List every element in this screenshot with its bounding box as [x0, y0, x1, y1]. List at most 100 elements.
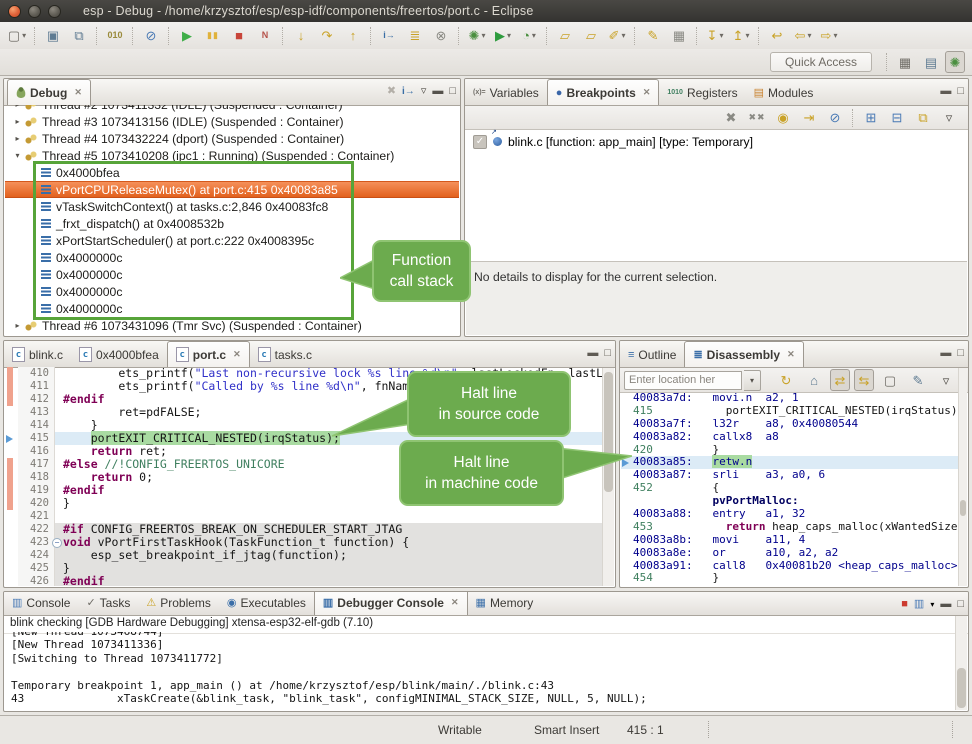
skip-all-breakpoints-button[interactable]: ⊘ — [139, 25, 163, 47]
new-disassembly-view-button[interactable]: ▢ — [878, 369, 902, 391]
dropdown-arrow-icon[interactable]: ▾ — [621, 31, 625, 40]
stack-frame-row[interactable]: vPortCPUReleaseMutex() at port.c:415 0x4… — [5, 181, 459, 198]
tab-port-c[interactable]: cport.c✕ — [167, 341, 250, 367]
external-tools-button[interactable]: ✐▾ — [605, 25, 629, 47]
stack-frame-row[interactable]: 0x4000bfea — [5, 164, 459, 181]
go-to-file-button[interactable]: ⇥ — [797, 107, 821, 129]
maximize-icon[interactable]: □ — [604, 348, 611, 359]
tab-blink-c[interactable]: cblink.c — [4, 342, 71, 367]
thread-row[interactable]: ▾Thread #5 1073410208 (ipc1 : Running) (… — [5, 147, 459, 164]
breakpoint-checkbox[interactable]: ✓ — [473, 135, 487, 149]
tab-tasks[interactable]: ✓Tasks — [78, 591, 138, 615]
new-wizard-button[interactable]: ▢▾ — [5, 25, 29, 47]
track-expression-button[interactable]: ⇆ — [854, 369, 874, 391]
terminate-button[interactable]: ■ — [227, 25, 251, 47]
thread-row[interactable]: ▸Thread #2 1073411332 (IDLE) (Suspended … — [5, 105, 459, 113]
dropdown-arrow-icon[interactable]: ▾ — [532, 31, 536, 40]
close-icon[interactable]: ✕ — [451, 597, 459, 608]
dropdown-arrow-icon[interactable]: ▾ — [507, 31, 511, 40]
thread-row[interactable]: ▸Thread #3 1073413156 (IDLE) (Suspended … — [5, 113, 459, 130]
dropdown-arrow-icon[interactable]: ▾ — [745, 31, 749, 40]
remove-all-breakpoints-button[interactable]: ✖✖ — [745, 107, 769, 129]
dropdown-arrow-icon[interactable]: ▾ — [719, 31, 723, 40]
save-button[interactable]: ▣ — [41, 25, 65, 47]
open-perspective-button[interactable]: ▦ — [893, 51, 917, 73]
minimize-icon[interactable]: ▬ — [940, 348, 951, 359]
next-annotation-button[interactable]: ↧▾ — [703, 25, 727, 47]
maximize-icon[interactable]: □ — [957, 599, 964, 610]
block-selection-button[interactable]: ▦ — [667, 25, 691, 47]
previous-annotation-button[interactable]: ↥▾ — [729, 25, 753, 47]
forward-button[interactable]: ⇨▾ — [817, 25, 841, 47]
back-button[interactable]: ⇦▾ — [791, 25, 815, 47]
window-maximize-button[interactable] — [48, 5, 61, 18]
minimize-icon[interactable]: ▬ — [587, 348, 598, 359]
tab-executables[interactable]: ◉Executables — [219, 591, 314, 615]
step-into-button[interactable]: ↓ — [289, 25, 313, 47]
dropdown-arrow-icon[interactable]: ▾ — [481, 31, 485, 40]
terminate-icon[interactable]: ■ — [901, 599, 908, 610]
window-minimize-button[interactable] — [28, 5, 41, 18]
last-edit-location-button[interactable]: ↩ — [765, 25, 789, 47]
instruction-stepping-mode-icon[interactable]: i→ — [402, 86, 415, 97]
tab-breakpoints[interactable]: ●Breakpoints✕ — [547, 79, 660, 105]
tab-tasks-c[interactable]: ctasks.c — [250, 342, 320, 367]
maximize-icon[interactable]: □ — [957, 86, 964, 97]
console-scrollbar[interactable] — [955, 616, 967, 710]
show-breakpoints-supported-button[interactable]: ◉ — [771, 107, 795, 129]
tab-variables[interactable]: (x)=Variables — [465, 80, 547, 105]
suspend-button[interactable]: ▮▮ — [201, 25, 225, 47]
mark-occurrences-button[interactable]: ✎ — [641, 25, 665, 47]
show-view-list-button[interactable]: ≣ — [403, 25, 427, 47]
skip-all-breakpoints-button[interactable]: ⊘ — [823, 107, 847, 129]
tab-registers[interactable]: 1010Registers — [659, 80, 745, 105]
location-input[interactable] — [624, 371, 742, 390]
tab-0x4000bfea[interactable]: c0x4000bfea — [71, 342, 167, 367]
close-icon[interactable]: ✕ — [787, 349, 795, 360]
open-resource-button[interactable]: ▱ — [579, 25, 603, 47]
sync-active-context-button[interactable]: ⇄ — [830, 369, 850, 391]
close-icon[interactable]: ✕ — [74, 87, 82, 98]
run-button[interactable]: ▶▾ — [491, 25, 515, 47]
minimize-icon[interactable]: ▬ — [432, 86, 443, 97]
remove-all-terminated-icon[interactable]: ✖ — [387, 86, 396, 97]
stack-frame-row[interactable]: vTaskSwitchContext() at tasks.c:2,846 0x… — [5, 198, 459, 215]
thread-row[interactable]: ▸Thread #4 1073432224 (dport) (Suspended… — [5, 130, 459, 147]
tab-debug[interactable]: Debug ✕ — [7, 79, 91, 105]
view-menu-button[interactable]: ▿ — [934, 369, 958, 391]
tree-expand-icon[interactable]: ▸ — [11, 134, 24, 143]
pin-view-button[interactable]: ✎ — [906, 369, 930, 391]
step-over-button[interactable]: ↷ — [315, 25, 339, 47]
remove-selected-breakpoints-button[interactable]: ✖ — [719, 107, 743, 129]
editor-line[interactable]: 426#endif — [5, 575, 602, 586]
tab-modules[interactable]: ▤Modules — [746, 80, 822, 105]
home-button[interactable]: ⌂ — [802, 369, 826, 391]
dropdown-arrow-icon[interactable]: ▾ — [833, 31, 837, 40]
cpp-perspective-button[interactable]: ▤ — [919, 51, 943, 73]
dropdown-arrow-icon[interactable]: ▾ — [930, 600, 934, 609]
tab-problems[interactable]: ⚠Problems — [138, 591, 219, 615]
editor-line[interactable]: 424 esp_set_breakpoint_if_jtag(function)… — [5, 549, 602, 562]
view-menu-button[interactable]: ▿ — [937, 107, 961, 129]
instruction-stepping-button[interactable]: i→ — [377, 25, 401, 47]
debug-button[interactable]: ✺▾ — [465, 25, 489, 47]
tree-expand-icon[interactable]: ▸ — [11, 105, 24, 109]
location-dropdown-icon[interactable]: ▾ — [744, 370, 761, 391]
close-icon[interactable]: ✕ — [643, 87, 651, 98]
tab-debugger-console[interactable]: ▥Debugger Console✕ — [314, 591, 468, 615]
stack-frame-row[interactable]: 0x4000000c — [5, 300, 459, 317]
tab-memory[interactable]: ▦Memory — [468, 591, 542, 615]
console-output[interactable]: [New Thread 1073468744][New Thread 10734… — [5, 632, 955, 710]
maximize-icon[interactable]: □ — [449, 86, 456, 97]
tree-expand-icon[interactable]: ▸ — [11, 117, 24, 126]
view-menu-icon[interactable]: ▿ — [421, 86, 427, 97]
minimize-icon[interactable]: ▬ — [940, 86, 951, 97]
window-close-button[interactable] — [8, 5, 21, 18]
profile-button[interactable]: ◔▾ — [517, 25, 541, 47]
tree-expand-icon[interactable]: ▾ — [11, 151, 24, 160]
dropdown-arrow-icon[interactable]: ▾ — [22, 31, 26, 40]
tab-disassembly[interactable]: ≣Disassembly✕ — [684, 341, 803, 367]
display-selected-console-icon[interactable]: ▥ — [914, 599, 924, 610]
breakpoint-item[interactable]: ✓ ↗ blink.c [function: app_main] [type: … — [465, 133, 968, 151]
minimize-icon[interactable]: ▬ — [940, 599, 951, 610]
